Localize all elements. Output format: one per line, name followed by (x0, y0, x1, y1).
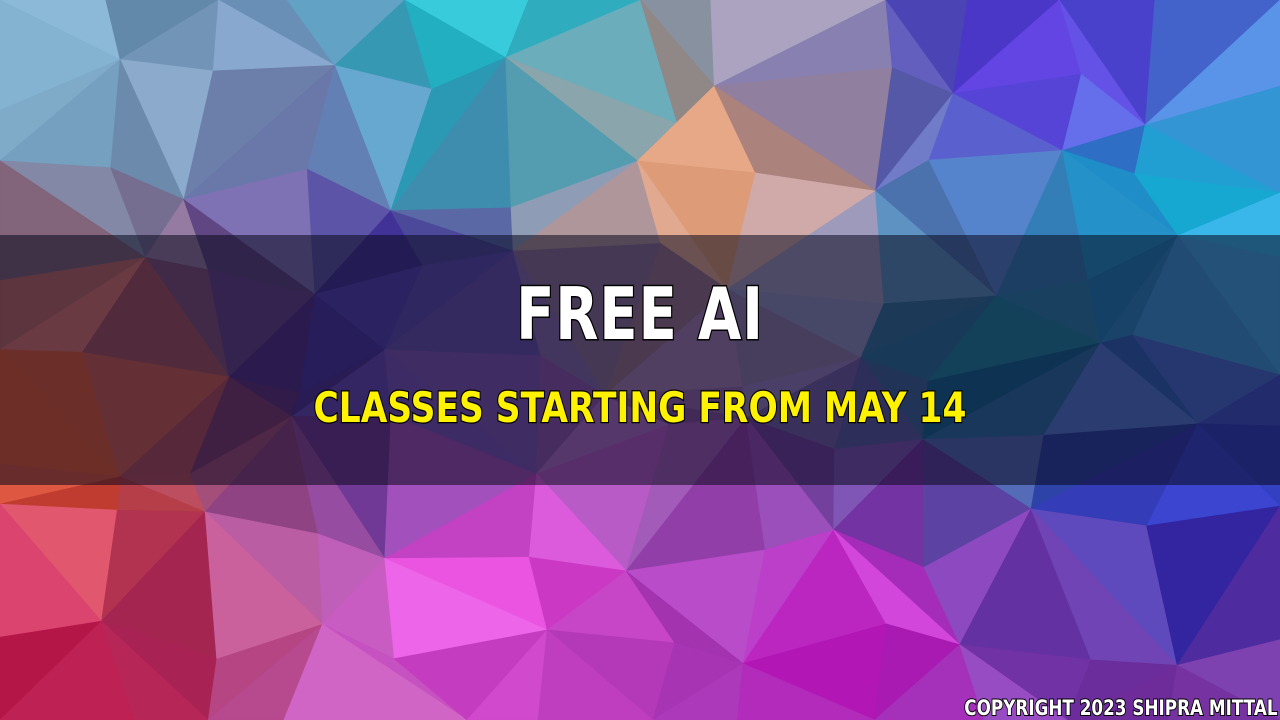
copyright-notice: COPYRIGHT 2023 SHIPRA MITTAL (964, 695, 1279, 720)
headline-title: FREE AI (515, 271, 764, 358)
thumbnail-canvas: FREE AI CLASSES STARTING FROM MAY 14 COP… (0, 0, 1280, 720)
headline-subtitle: CLASSES STARTING FROM MAY 14 (312, 382, 967, 434)
